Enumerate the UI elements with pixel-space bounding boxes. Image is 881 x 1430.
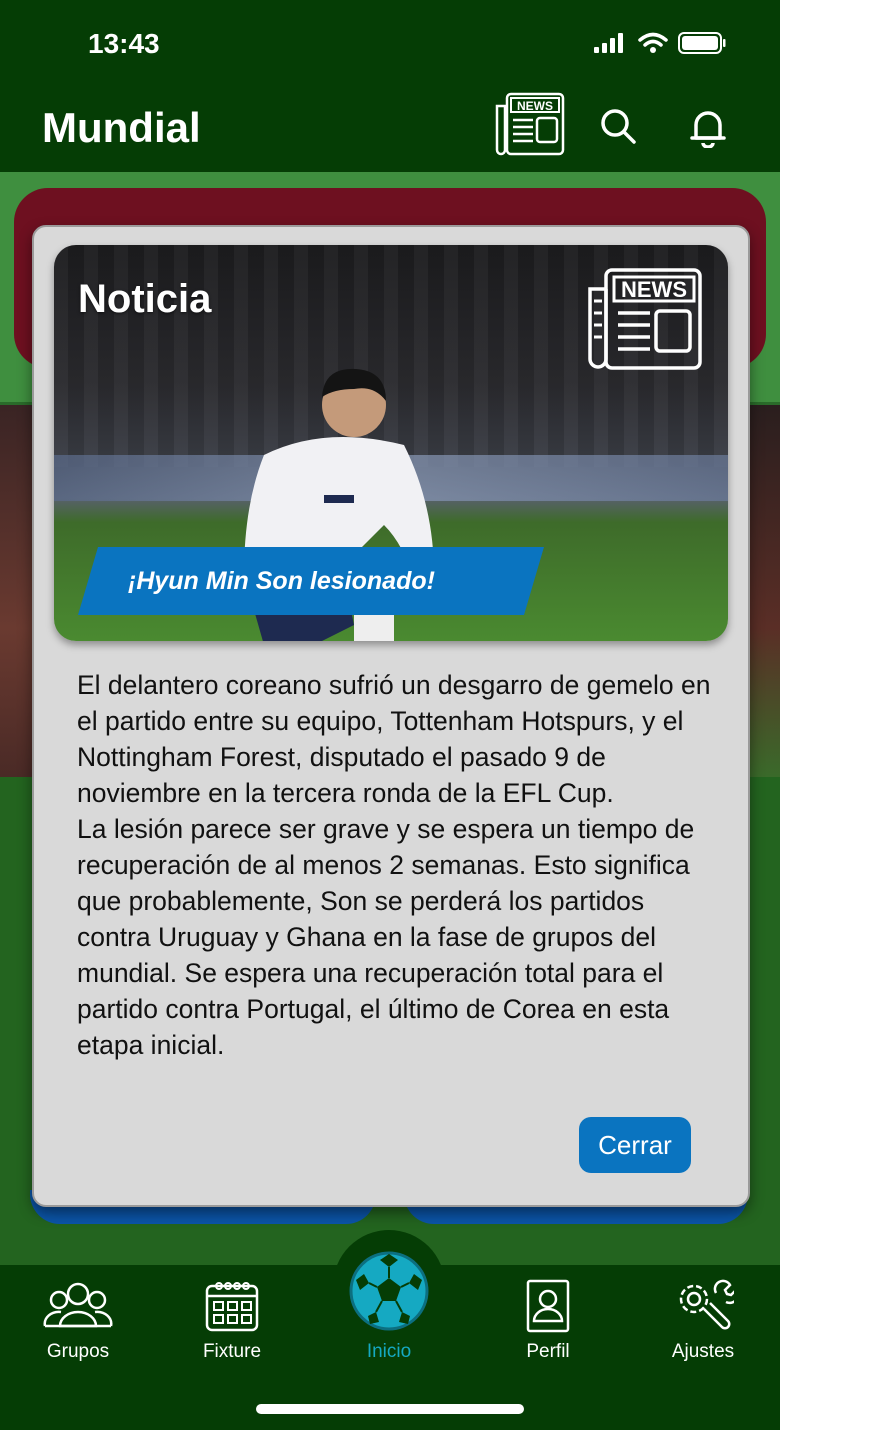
news-article: El delantero coreano sufrió un desgarro … — [77, 667, 717, 1063]
profile-icon — [526, 1279, 570, 1333]
news-badge-text: NEWS — [621, 277, 687, 302]
tab-label: Ajustes — [671, 1341, 735, 1362]
bell-icon — [690, 111, 726, 148]
news-button[interactable]: NEWS — [493, 92, 567, 158]
news-icon: NEWS — [495, 92, 565, 156]
status-time: 13:43 — [88, 28, 160, 59]
app-header: 13:43 Mundial NEWS — [0, 0, 780, 172]
settings-icon — [679, 1279, 734, 1330]
calendar-icon — [205, 1282, 259, 1332]
battery-icon — [678, 32, 726, 54]
tab-ajustes[interactable]: Ajustes — [643, 1275, 763, 1363]
search-icon — [601, 109, 636, 144]
page-title: Mundial — [42, 104, 201, 151]
article-paragraph: El delantero coreano sufrió un desgarro … — [77, 670, 711, 808]
tab-perfil[interactable]: Perfil — [488, 1275, 608, 1363]
article-paragraph: La lesión parece ser grave y se espera u… — [77, 814, 695, 1060]
tab-grupos[interactable]: Grupos — [18, 1275, 138, 1363]
notifications-button[interactable] — [688, 106, 728, 148]
news-modal: Noticia NEWS ¡Hyun Min Son lesionado! El… — [32, 225, 750, 1207]
tab-label: Perfil — [526, 1341, 570, 1362]
tab-label: Inicio — [366, 1341, 412, 1362]
tab-inicio[interactable]: Inicio — [329, 1251, 449, 1363]
wifi-icon — [638, 32, 668, 53]
group-icon — [43, 1282, 113, 1328]
tab-label: Grupos — [46, 1341, 110, 1362]
app-screen: 13:43 Mundial NEWS Grupos Fixture Inicio… — [0, 0, 780, 1430]
soccer-ball-icon — [349, 1251, 429, 1331]
news-headline: ¡Hyun Min Son lesionado! — [128, 566, 435, 595]
home-indicator[interactable] — [256, 1404, 524, 1414]
tab-label: Fixture — [202, 1341, 262, 1362]
status-icons — [594, 32, 726, 54]
svg-text:NEWS: NEWS — [517, 99, 553, 113]
search-button[interactable] — [598, 106, 638, 146]
news-photo: Noticia NEWS ¡Hyun Min Son lesionado! — [54, 245, 728, 641]
headline-banner: ¡Hyun Min Son lesionado! — [78, 547, 544, 615]
news-icon: NEWS — [588, 268, 702, 370]
close-button[interactable]: Cerrar — [579, 1117, 691, 1173]
news-badge: NEWS — [584, 267, 704, 378]
signal-icon — [594, 33, 623, 53]
tab-fixture[interactable]: Fixture — [172, 1275, 292, 1363]
modal-title: Noticia — [78, 277, 212, 321]
